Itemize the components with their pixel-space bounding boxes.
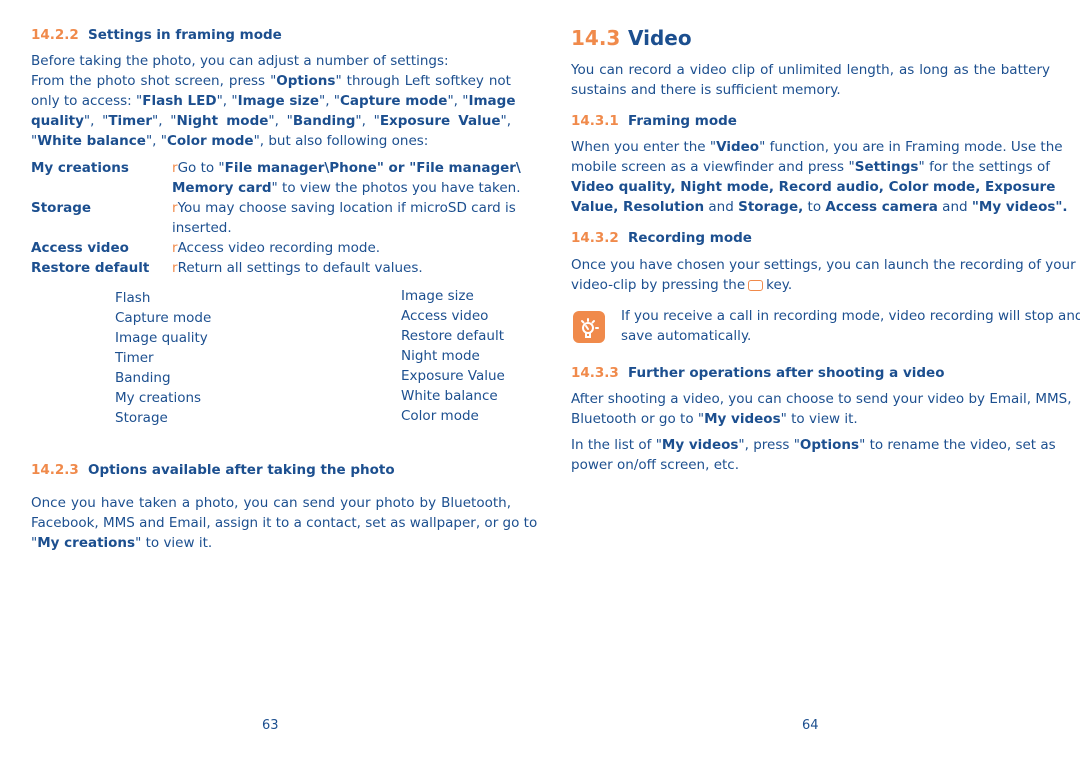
definition-text: rAccess video recording mode. xyxy=(172,240,381,256)
definition-term: Restore default xyxy=(31,260,150,276)
section-number: 14.3.2 xyxy=(571,230,619,246)
section-number: 14.2.3 xyxy=(31,462,79,478)
section-number: 14.3.3 xyxy=(571,365,619,381)
section-title: Framing mode xyxy=(628,113,737,129)
further-ops-paragraph-2: In the list of "My videos", press "Optio… xyxy=(571,437,1056,473)
heading-14-2-3: 14.2.3 Options available after taking the… xyxy=(31,462,395,478)
heading-14-3: 14.3 Video xyxy=(571,26,692,50)
definition-access-video: Access video rAccess video recording mod… xyxy=(31,238,511,258)
section-number: 14.3.1 xyxy=(571,113,619,129)
menu-option-item: Capture mode xyxy=(115,310,212,326)
section-title: Recording mode xyxy=(628,230,752,246)
para-line-4: "White balance", "Color mode", but also … xyxy=(31,133,429,149)
menu-option-item: Image quality xyxy=(115,330,208,346)
definition-term: Access video xyxy=(31,240,129,256)
definition-text: rGo to "File manager\Phone" or "File man… xyxy=(172,160,521,196)
menu-option-item: Restore default xyxy=(401,328,505,344)
menu-option-item: My creations xyxy=(115,390,202,406)
section-title: Video xyxy=(628,26,692,50)
record-key-icon xyxy=(748,279,764,291)
menu-option-item: Storage xyxy=(115,410,168,426)
menu-option-item: Night mode xyxy=(401,348,480,364)
definition-term: My creations xyxy=(31,160,129,176)
definition-restore-default: Restore default rReturn all settings to … xyxy=(31,258,511,278)
page-number-right: 64 xyxy=(802,718,819,733)
tip-paragraph: If you receive a call in recording mode,… xyxy=(621,308,1080,344)
further-ops-paragraph-1: After shooting a video, you can choose t… xyxy=(571,391,1072,427)
para-line-2: only to access: "Flash LED", "Image size… xyxy=(31,93,516,109)
section-title: Settings in framing mode xyxy=(88,27,282,43)
intro-paragraph: Before taking the photo, you can adjust … xyxy=(31,51,516,151)
left-page: 14.2.2 Settings in framing mode Before ta… xyxy=(31,0,538,767)
framing-mode-paragraph: When you enter the "Video" function, you… xyxy=(571,139,1068,215)
definition-term: Storage xyxy=(31,200,92,216)
video-intro-paragraph: You can record a video clip of unlimited… xyxy=(571,62,1050,98)
heading-14-3-1: 14.3.1 Framing mode xyxy=(571,113,737,129)
right-page: 14.3 Video You can record a video clip of… xyxy=(571,0,1080,767)
section-number: 14.3 xyxy=(571,26,621,50)
menu-option-item: Timer xyxy=(115,350,154,366)
definition-text: rYou may choose saving location if micro… xyxy=(172,200,516,236)
menu-option-item: Color mode xyxy=(401,408,479,424)
section-number: 14.2.2 xyxy=(31,27,79,43)
definition-text: rReturn all settings to default values. xyxy=(172,260,423,276)
section-title: Further operations after shooting a vide… xyxy=(628,365,945,381)
menu-option-item: Exposure Value xyxy=(401,368,505,384)
definition-storage: Storage rYou may choose saving location … xyxy=(31,198,516,238)
options-after-photo-paragraph: Once you have taken a photo, you can sen… xyxy=(31,495,538,551)
heading-14-3-3: 14.3.3 Further operations after shooting … xyxy=(571,365,945,381)
menu-option-item: Banding xyxy=(115,370,171,386)
menu-option-item: White balance xyxy=(401,388,498,404)
para-line-3: quality", "Timer", "Night mode", "Bandin… xyxy=(31,113,511,129)
definition-my-creations: My creations rGo to "File manager\Phone"… xyxy=(31,158,521,198)
page-number-left: 63 xyxy=(262,718,279,733)
menu-option-item: Access video xyxy=(401,308,489,324)
heading-14-2-2: 14.2.2 Settings in framing mode xyxy=(31,27,282,43)
heading-14-3-2: 14.3.2 Recording mode xyxy=(571,230,752,246)
lightbulb-tip-icon xyxy=(573,311,605,343)
intro-line: Before taking the photo, you can adjust … xyxy=(31,53,449,69)
recording-mode-paragraph: Once you have chosen your settings, you … xyxy=(571,257,1076,293)
section-title: Options available after taking the photo xyxy=(88,462,395,478)
menu-option-item: Flash xyxy=(115,290,151,306)
menu-option-item: Image size xyxy=(401,288,474,304)
para-line-1: From the photo shot screen, press "Optio… xyxy=(31,73,511,89)
